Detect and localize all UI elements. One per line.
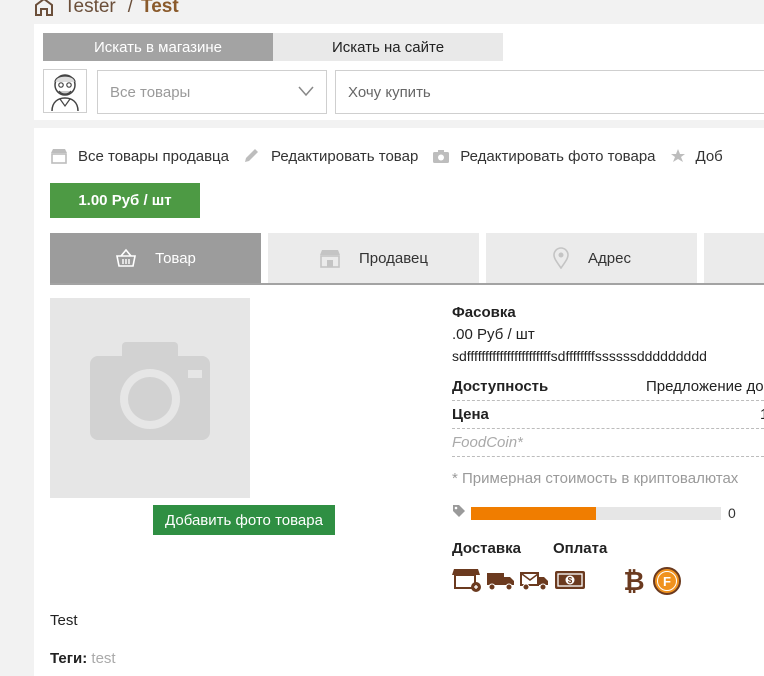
breadcrumb-user[interactable]: Tester bbox=[64, 0, 116, 18]
product-description: Test bbox=[50, 612, 78, 629]
category-select[interactable]: Все товары bbox=[97, 70, 327, 114]
tab-search-site[interactable]: Искать на сайте bbox=[273, 33, 503, 61]
bitcoin-icon[interactable]: ₿ bbox=[622, 567, 646, 595]
foodcoin-icon[interactable]: F bbox=[652, 566, 682, 596]
tab-more[interactable] bbox=[704, 233, 764, 283]
availability-value: Предложение до bbox=[646, 378, 764, 395]
tab-search-shop[interactable]: Искать в магазине bbox=[43, 33, 273, 61]
delivery-label: Доставка bbox=[452, 540, 521, 557]
pin-icon bbox=[553, 247, 569, 269]
tags-label: Теги: bbox=[50, 650, 88, 667]
availability-row: Доступность Предложение до bbox=[452, 374, 764, 401]
pack-label: Фасовка bbox=[452, 304, 516, 321]
price-label: Цена bbox=[452, 406, 489, 423]
search-input[interactable] bbox=[335, 70, 764, 114]
foodcoin-label: FoodCoin* bbox=[452, 434, 523, 451]
basket-icon bbox=[116, 248, 137, 267]
product-card: Все товары продавца Редактировать товар … bbox=[34, 128, 764, 676]
svg-text:₿: ₿ bbox=[623, 567, 644, 595]
home-icon[interactable] bbox=[34, 0, 54, 16]
svg-text:$: $ bbox=[568, 576, 573, 585]
tag-icon bbox=[453, 505, 465, 517]
product-tags: Теги: test bbox=[50, 650, 116, 667]
svg-text:F: F bbox=[663, 574, 671, 589]
pack-price: .00 Руб / шт bbox=[452, 326, 535, 343]
tab-address[interactable]: Адрес bbox=[486, 233, 697, 283]
payment-icons: ₿ F bbox=[622, 566, 682, 596]
tab-seller-label: Продавец bbox=[359, 249, 428, 267]
add-favorite-label: Доб bbox=[695, 147, 723, 165]
progress-value: 0 bbox=[728, 505, 736, 521]
star-icon bbox=[670, 149, 685, 162]
price-button[interactable]: 1.00 Руб / шт bbox=[50, 183, 200, 218]
delivery-icons: $ bbox=[452, 566, 590, 594]
tag-link[interactable]: test bbox=[91, 650, 115, 667]
breadcrumb-separator: / bbox=[127, 0, 134, 17]
store-icon bbox=[51, 149, 67, 164]
market-stall-icon[interactable] bbox=[452, 566, 482, 594]
category-select-value: Все товары bbox=[110, 84, 191, 101]
pencil-icon bbox=[244, 149, 258, 162]
camera-icon bbox=[90, 342, 210, 440]
cash-icon[interactable]: $ bbox=[554, 569, 586, 591]
edit-photo-label: Редактировать фото товара bbox=[460, 147, 656, 165]
tab-product-label: Товар bbox=[155, 249, 196, 267]
add-photo-button[interactable]: Добавить фото товара bbox=[153, 505, 335, 535]
avatar[interactable] bbox=[43, 69, 87, 113]
truck-icon[interactable] bbox=[486, 569, 516, 591]
breadcrumb: Tester / Test bbox=[34, 0, 179, 20]
edit-photo-link[interactable]: Редактировать фото товара bbox=[432, 147, 656, 165]
foodcoin-row: FoodCoin* bbox=[452, 430, 764, 457]
progress-bar bbox=[471, 507, 721, 520]
chevron-down-icon bbox=[298, 86, 314, 97]
add-favorite-link[interactable]: Доб bbox=[670, 148, 723, 165]
product-tabs: Товар Продавец Адрес bbox=[50, 233, 764, 285]
rating-progress: 0 bbox=[452, 502, 764, 522]
pack-description: sdfffffffffffffffffffffffsdffffffffsssss… bbox=[452, 348, 707, 364]
all-seller-products-link[interactable]: Все товары продавца bbox=[50, 148, 229, 165]
price-row: Цена 1 bbox=[452, 402, 764, 429]
product-actions: Все товары продавца Редактировать товар … bbox=[50, 144, 737, 168]
edit-product-label: Редактировать товар bbox=[270, 147, 419, 165]
all-seller-products-label: Все товары продавца bbox=[78, 147, 229, 165]
availability-label: Доступность bbox=[452, 378, 549, 395]
product-photo-placeholder bbox=[50, 298, 250, 498]
payment-label: Оплата bbox=[553, 540, 608, 557]
edit-product-link[interactable]: Редактировать товар bbox=[243, 148, 418, 165]
price-value: 1 bbox=[760, 406, 764, 423]
tab-address-label: Адрес bbox=[588, 249, 631, 267]
camera-icon bbox=[433, 150, 450, 163]
crypto-note: * Примерная стоимость в криптовалютах bbox=[452, 470, 739, 487]
shop-icon bbox=[320, 250, 341, 268]
mail-truck-icon[interactable] bbox=[520, 569, 550, 591]
seller-avatar-icon bbox=[51, 74, 79, 112]
progress-fill bbox=[471, 507, 596, 520]
breadcrumb-current: Test bbox=[141, 0, 179, 17]
search-panel: Искать в магазине Искать на сайте Все то… bbox=[34, 24, 764, 120]
tab-seller[interactable]: Продавец bbox=[268, 233, 479, 283]
tab-product[interactable]: Товар bbox=[50, 233, 261, 283]
